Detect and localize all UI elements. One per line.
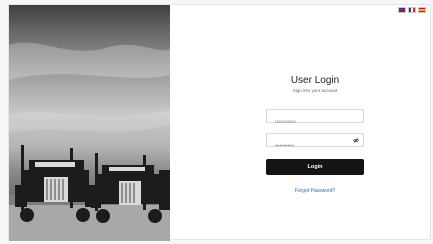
username-field[interactable] xyxy=(266,109,364,128)
page-subtitle: Sign into your account xyxy=(292,88,338,93)
login-page: User Login Sign into your account Login … xyxy=(8,4,431,241)
truck-photo-illustration xyxy=(9,42,170,241)
spain-flag-icon[interactable] xyxy=(418,7,426,13)
password-input[interactable] xyxy=(267,139,363,152)
france-flag-icon[interactable] xyxy=(408,7,416,13)
username-input[interactable] xyxy=(267,115,363,128)
forgot-password-link[interactable]: Forgot Password? xyxy=(266,188,364,194)
hero-image-trucks xyxy=(9,5,170,241)
password-field[interactable] xyxy=(266,133,364,152)
language-selector xyxy=(398,7,426,13)
login-form: User Login Sign into your account Login … xyxy=(266,75,364,194)
uk-flag-icon[interactable] xyxy=(398,7,406,13)
eye-slash-icon[interactable] xyxy=(353,138,359,143)
page-title: User Login xyxy=(290,75,340,86)
login-button[interactable]: Login xyxy=(266,159,364,175)
